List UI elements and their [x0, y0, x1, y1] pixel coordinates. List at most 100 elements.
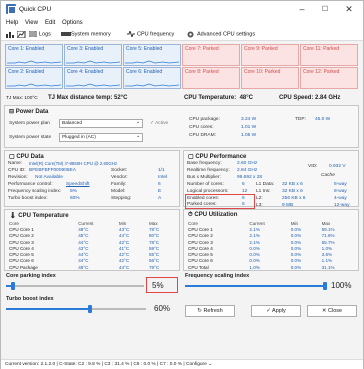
socket-value: 1/1	[158, 168, 165, 173]
logs-button[interactable]: Logs	[28, 30, 51, 38]
check-icon: ✓	[150, 121, 155, 126]
table-row: CPU Total 1.0% 0.0% 31.1%	[186, 264, 356, 270]
cpu-temperature-panel: 🌡 CPU Temperature Core Current Min Max CPU C…	[4, 209, 180, 271]
core-tile-label: Core 3: Enabled	[67, 46, 104, 52]
system-memory-button[interactable]: System memory	[61, 31, 111, 37]
model-value: E	[158, 189, 162, 194]
cpu-temperature-title-text: CPU Temperature	[18, 213, 69, 219]
core-tile-label: Core 9: Parked	[244, 46, 278, 52]
cpuid-label: CPU ID:	[8, 168, 26, 173]
core-usage-graph	[125, 83, 179, 87]
cpu-frequency-button[interactable]: CPU frequency	[127, 29, 174, 39]
num-cores-label: Number of cores:	[187, 182, 224, 187]
cpu-utilization-panel: ⏱ CPU Utilization Core Current Min Max CPU C…	[183, 209, 359, 271]
core-tile[interactable]: Core 2: Enabled	[5, 67, 63, 89]
cpu-data-title-text: CPU Data	[16, 154, 44, 160]
version-label: Current version:	[5, 362, 40, 367]
core-parking-slider[interactable]	[6, 281, 144, 291]
core-tile[interactable]: Core 10: Parked	[241, 67, 299, 89]
bar-chart-icon[interactable]	[6, 31, 15, 40]
core-parking-value: 5%	[152, 281, 164, 290]
app-icon	[6, 4, 16, 14]
slider-thumb[interactable]	[10, 282, 15, 290]
core-tile[interactable]: Core 9: Parked	[241, 44, 299, 66]
core-tile[interactable]: Core 6: Enabled	[123, 67, 181, 89]
c2-value: C2 : 9.8 %	[78, 362, 101, 367]
freq-scaling-slider[interactable]	[185, 281, 327, 291]
core-usage-graph	[66, 83, 120, 87]
highlight-box	[185, 194, 255, 209]
table-cell: 1.0%	[249, 264, 260, 270]
core-parking-label: Core parking index	[6, 273, 56, 279]
cache-lvl: L3:	[256, 203, 263, 208]
slider-thumb[interactable]	[88, 305, 92, 313]
power-data-title-text: Power Data	[15, 109, 49, 115]
check-icon: ✓	[266, 308, 271, 314]
tdp-label: TDP:	[295, 117, 306, 122]
table-cell: 31.1%	[321, 264, 335, 270]
maximize-button[interactable]: ☐	[314, 3, 336, 16]
slider-fill	[185, 285, 325, 287]
slider-thumb[interactable]	[323, 282, 327, 290]
bus-multiplier-label: Bus x Multiplier:	[187, 175, 221, 180]
collapse-icon[interactable]: ⊟	[9, 109, 14, 115]
power-plan-label: System power plan	[9, 121, 50, 126]
apply-button[interactable]: ✓ Apply	[251, 305, 301, 317]
cache-way: 12-way	[334, 203, 350, 208]
perf-control-value[interactable]: SpeedShift	[66, 182, 89, 187]
refresh-button[interactable]: ↻ Refresh	[185, 305, 235, 317]
menu-help[interactable]: Help	[6, 20, 18, 26]
cpu-data-title: ▢ CPU Data	[9, 153, 44, 160]
turbo-boost-value: 60%	[154, 304, 171, 313]
table-cell: 48°C	[78, 264, 89, 270]
core-tile[interactable]: Core 11: Parked	[300, 44, 358, 66]
realtime-freq-value: 2.84 GHz	[237, 168, 258, 173]
table-cell: 0.0%	[290, 264, 302, 270]
core-tile-label: Core 6: Enabled	[126, 69, 163, 75]
title-bar: Quick CPU – ☐ ✕	[1, 1, 363, 18]
table-cell: CPU Package	[9, 264, 38, 270]
turbo-boost-slider[interactable]	[6, 304, 146, 314]
power-plan-select[interactable]: Balanced ⌄	[59, 119, 143, 128]
close-label: Close	[328, 308, 343, 314]
logs-label: Logs	[39, 31, 51, 38]
minimize-button[interactable]: –	[291, 3, 313, 16]
core-usage-graph	[66, 60, 120, 64]
cache-size: 256 KB x 6	[282, 196, 306, 201]
cpu-performance-title: ▢ CPU Performance	[188, 153, 246, 160]
slider-track	[6, 285, 144, 287]
core-tile-label: Core 11: Parked	[303, 46, 340, 52]
menu-edit[interactable]: Edit	[45, 20, 55, 26]
core-tile[interactable]: Core 8: Parked	[182, 67, 240, 89]
core-tile-label: Core 8: Parked	[185, 69, 219, 75]
menu-options[interactable]: Options	[62, 20, 83, 26]
configure-link[interactable]: Configure ⌄	[186, 362, 212, 367]
status-bar: Current version: 2.1.2.0 | C-State: C2 :…	[1, 359, 363, 369]
close-window-button[interactable]: ✕	[338, 3, 360, 16]
advanced-cpu-settings-label: Advanced CPU settings	[197, 31, 256, 38]
chart-icon[interactable]	[16, 30, 26, 40]
freq-scaling-label: Frequency scaling index	[185, 273, 250, 279]
tdp-value: 45.0 W	[315, 117, 331, 122]
menu-view[interactable]: View	[25, 20, 38, 26]
stepping-label: Stepping:	[111, 196, 132, 201]
cores-power-label: CPU cores:	[189, 125, 214, 130]
advanced-cpu-settings-button[interactable]: Advanced CPU settings	[187, 31, 256, 38]
core-usage-graph	[7, 83, 61, 87]
cache-size: 32 KB x 6	[282, 182, 303, 187]
close-icon: ✕	[321, 308, 327, 314]
cache-lvl: L1 Ins:	[256, 189, 271, 194]
freq-scaling-value: 100%	[331, 281, 352, 290]
cpu-temperature-title: 🌡 CPU Temperature	[9, 212, 69, 219]
power-state-select[interactable]: Plugged in (AC) ⌄	[59, 133, 143, 142]
core-tile[interactable]: Core 3: Enabled	[64, 44, 122, 66]
base-freq-label: Base frequency:	[187, 161, 222, 166]
core-tile[interactable]: Core 5: Enabled	[123, 44, 181, 66]
cpu-temperature-label: CPU Temperature:	[184, 95, 237, 101]
core-tile[interactable]: Core 7: Parked	[182, 44, 240, 66]
core-tile[interactable]: Core 4: Enabled	[64, 67, 122, 89]
core-tile[interactable]: Core 12: Parked	[300, 67, 358, 89]
package-power-value: 3.24 W	[241, 117, 257, 122]
core-tile[interactable]: Core 1: Enabled	[5, 44, 63, 66]
close-button[interactable]: ✕ Close	[307, 305, 357, 317]
